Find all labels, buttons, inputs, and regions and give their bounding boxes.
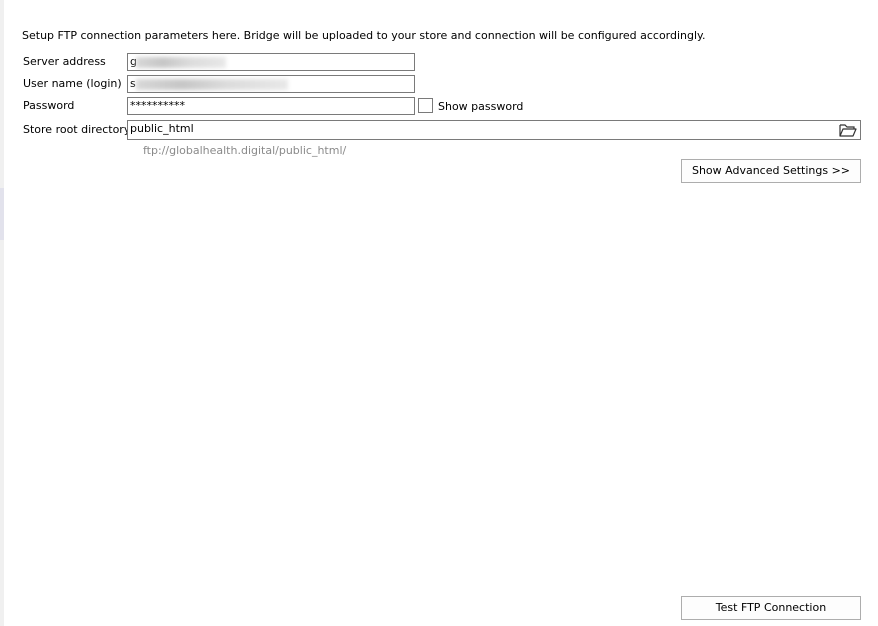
redacted-blur <box>136 79 288 90</box>
root-dir-input[interactable]: public_html <box>127 120 861 140</box>
password-input[interactable]: ********** <box>127 97 415 115</box>
folder-open-icon[interactable] <box>838 122 858 138</box>
test-ftp-connection-button[interactable]: Test FTP Connection <box>681 596 861 620</box>
left-panel-marker <box>0 188 4 240</box>
show-advanced-settings-button[interactable]: Show Advanced Settings >> <box>681 159 861 183</box>
username-value: s <box>130 77 136 90</box>
username-input[interactable]: s <box>127 75 415 93</box>
left-panel-edge <box>0 0 4 626</box>
root-dir-label: Store root directory <box>23 123 131 136</box>
username-label: User name (login) <box>23 77 122 90</box>
redacted-blur <box>136 57 226 68</box>
server-address-input[interactable]: g <box>127 53 415 71</box>
show-password-label[interactable]: Show password <box>438 100 523 113</box>
intro-text: Setup FTP connection parameters here. Br… <box>22 29 706 42</box>
server-address-label: Server address <box>23 55 106 68</box>
ftp-url-hint: ftp://globalhealth.digital/public_html/ <box>143 144 347 157</box>
password-label: Password <box>23 99 75 112</box>
show-password-checkbox[interactable] <box>418 98 433 113</box>
